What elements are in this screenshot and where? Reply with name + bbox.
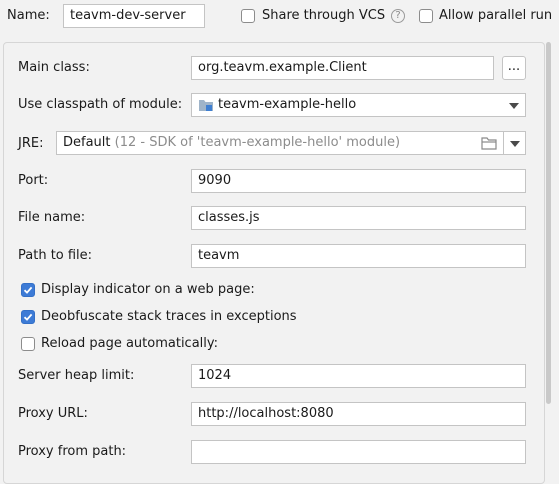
folder-icon[interactable] <box>481 136 497 150</box>
share-vcs-label[interactable]: Share through VCS <box>262 8 385 24</box>
jre-detail: (12 - SDK of 'teavm-example-hello' modul… <box>114 135 401 150</box>
proxy-from-path-label: Proxy from path: <box>18 444 127 459</box>
share-vcs-checkbox[interactable] <box>241 9 255 23</box>
classpath-module-dropdown-arrow[interactable] <box>509 103 519 109</box>
checkmark-icon <box>23 313 33 321</box>
help-icon[interactable]: ? <box>391 9 405 23</box>
heap-limit-label: Server heap limit: <box>18 368 135 383</box>
browse-main-class-button[interactable]: ... <box>502 56 526 80</box>
jre-label: JRE: <box>18 136 44 151</box>
allow-parallel-run-label[interactable]: Allow parallel run <box>439 8 552 24</box>
checkmark-icon <box>23 286 33 294</box>
jre-value: Default <box>63 135 111 150</box>
classpath-module-combo[interactable]: teavm-example-hello <box>191 93 526 117</box>
classpath-module-label: Use classpath of module: <box>18 97 183 112</box>
path-to-file-input[interactable]: teavm <box>191 244 526 268</box>
heap-limit-input[interactable]: 1024 <box>191 364 526 388</box>
vertical-scrollbar[interactable] <box>546 42 551 404</box>
module-folder-icon <box>199 100 213 111</box>
name-input[interactable]: teavm-dev-server <box>63 4 205 28</box>
deobfuscate-checkbox[interactable] <box>21 310 35 324</box>
allow-parallel-run-checkbox[interactable] <box>419 9 433 23</box>
jre-combo-divider <box>503 132 504 154</box>
jre-dropdown-arrow[interactable] <box>510 141 520 147</box>
display-indicator-checkbox[interactable] <box>21 283 35 297</box>
file-name-input[interactable]: classes.js <box>191 206 526 230</box>
proxy-url-input[interactable]: http://localhost:8080 <box>191 402 526 426</box>
name-label: Name: <box>7 8 50 23</box>
proxy-from-path-input[interactable] <box>191 440 526 464</box>
proxy-url-label: Proxy URL: <box>18 406 88 421</box>
reload-page-label[interactable]: Reload page automatically: <box>41 336 218 352</box>
main-class-input[interactable]: org.teavm.example.Client <box>191 56 494 80</box>
main-class-label: Main class: <box>18 60 90 75</box>
reload-page-checkbox[interactable] <box>21 337 35 351</box>
file-name-label: File name: <box>18 210 86 225</box>
deobfuscate-label[interactable]: Deobfuscate stack traces in exceptions <box>41 309 297 325</box>
classpath-module-value: teavm-example-hello <box>218 97 357 112</box>
port-label: Port: <box>18 173 49 188</box>
path-to-file-label: Path to file: <box>18 248 93 263</box>
jre-combo[interactable]: Default (12 - SDK of 'teavm-example-hell… <box>56 131 526 155</box>
display-indicator-label[interactable]: Display indicator on a web page: <box>41 282 255 298</box>
port-input[interactable]: 9090 <box>191 169 526 193</box>
